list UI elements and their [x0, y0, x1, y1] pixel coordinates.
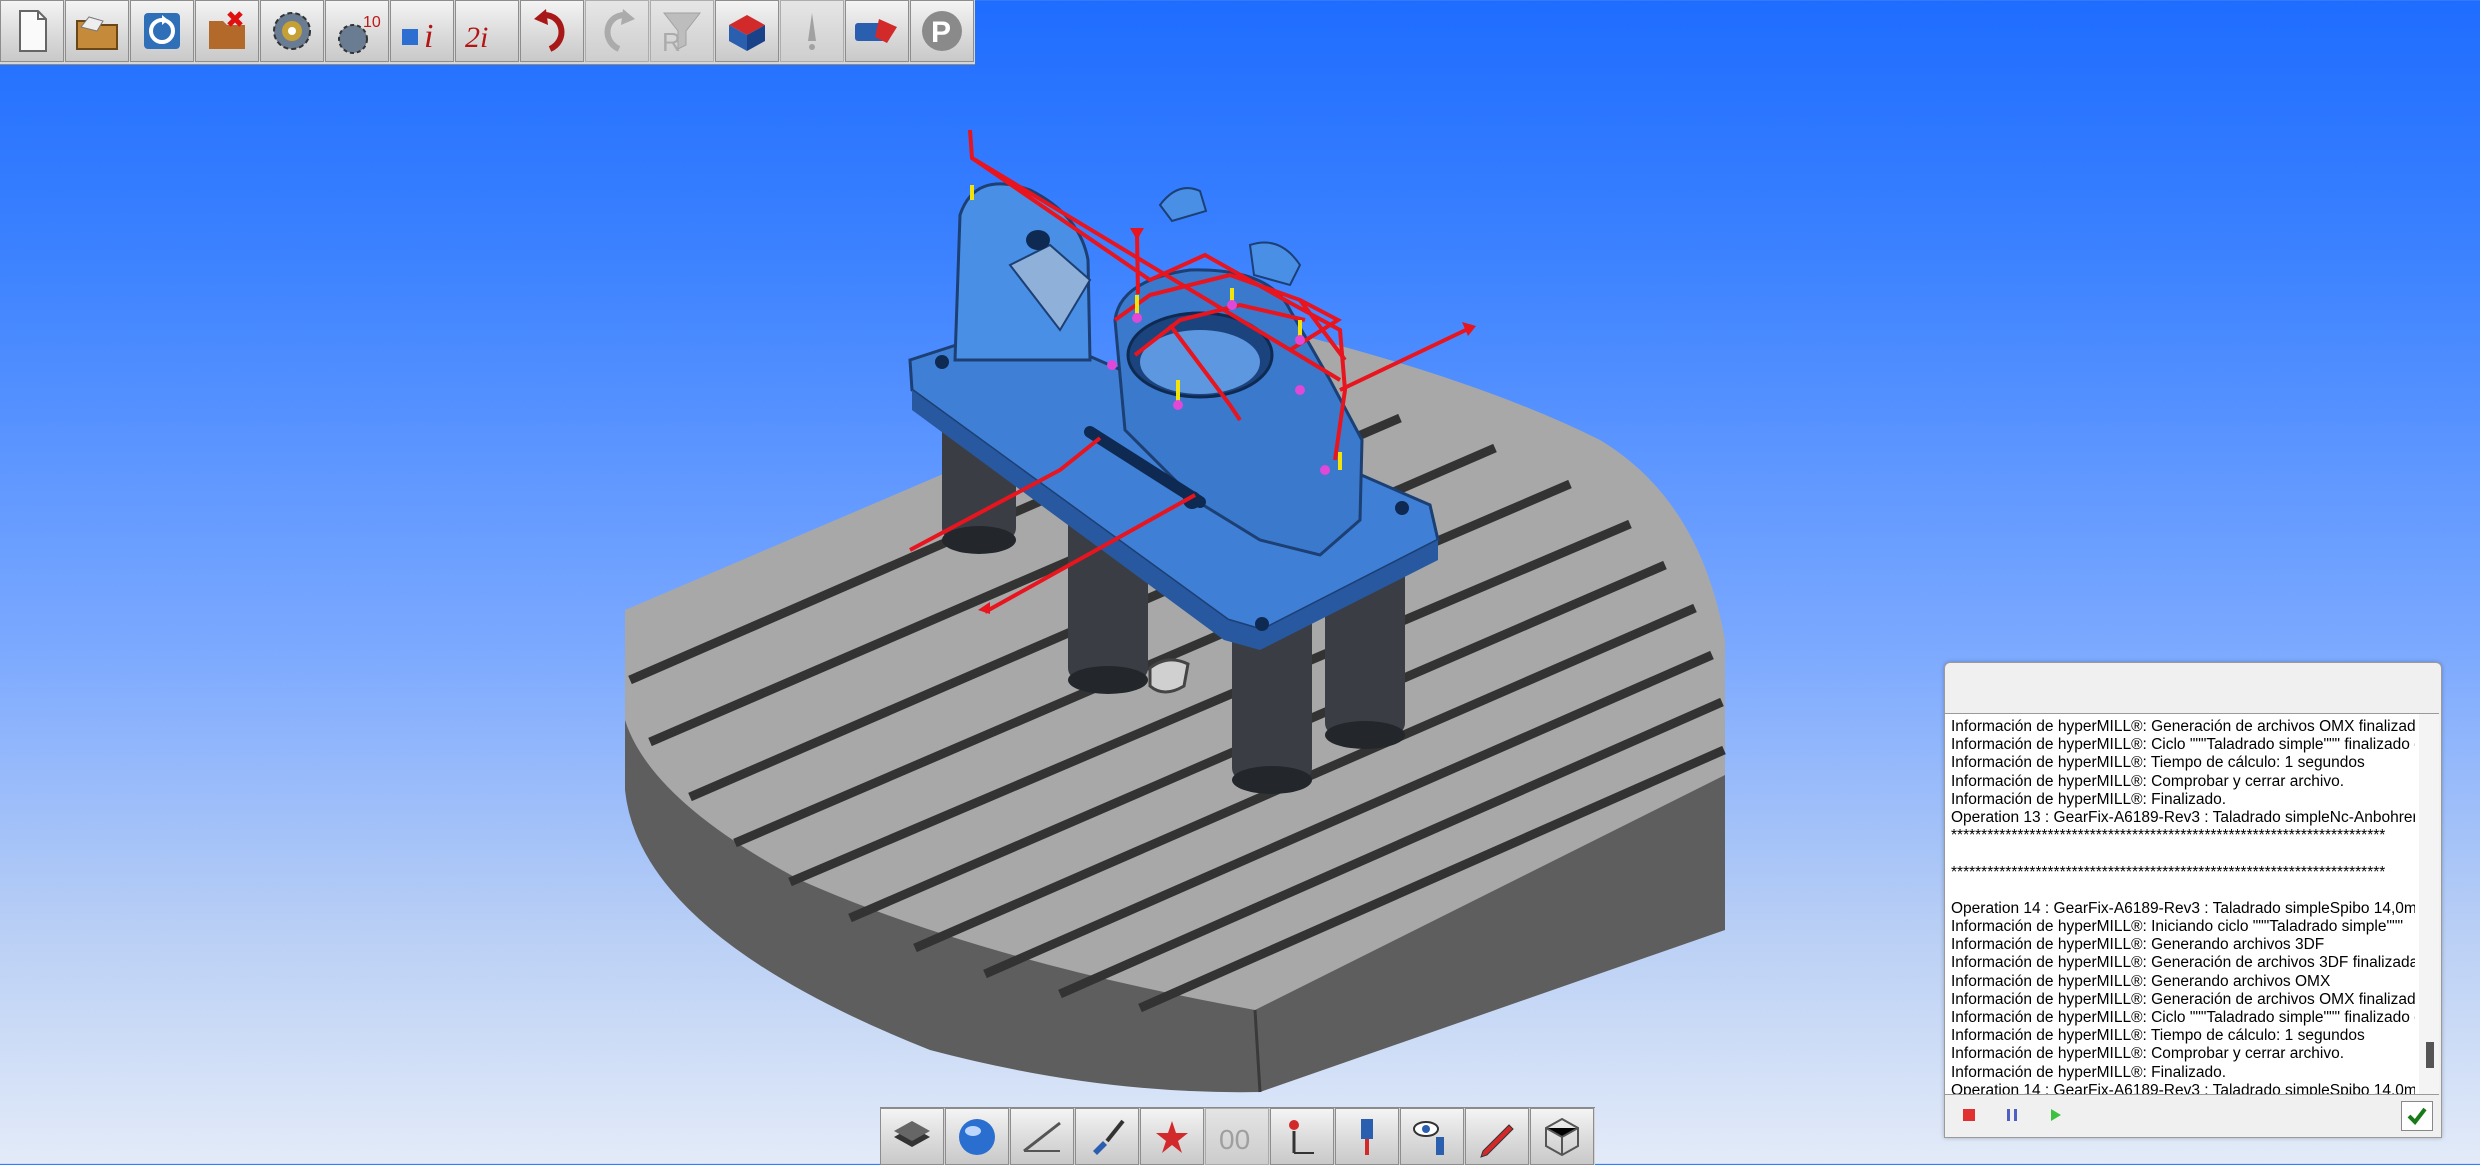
filter-r-button[interactable]: R — [650, 0, 714, 62]
stock-box-button[interactable] — [715, 0, 779, 62]
filter-r-icon: R — [662, 12, 702, 55]
log-line: Información de hyperMILL®: Ciclo """Tala… — [1951, 1009, 2415, 1026]
log-line: Información de hyperMILL®: Generación de… — [1951, 954, 2415, 972]
log-line: Información de hyperMILL®: Tiempo de cál… — [1951, 1027, 2365, 1045]
log-line: Información de hyperMILL®: Ciclo """Tala… — [1951, 736, 2415, 754]
info-2-label: 2i — [465, 21, 488, 54]
undo-button[interactable] — [520, 0, 584, 62]
stop-button[interactable] — [1957, 1103, 1981, 1127]
log-line: ****************************************… — [1951, 863, 2386, 881]
log-line: Información de hyperMILL®: Comprobar y c… — [1951, 772, 2345, 790]
measure-icon — [1023, 1121, 1061, 1152]
pause-button[interactable] — [2000, 1103, 2024, 1127]
probe-button[interactable] — [1270, 1108, 1334, 1165]
sphere-view-button[interactable] — [945, 1108, 1009, 1165]
filter-r-label: R — [662, 27, 681, 55]
info-2-icon: 2i — [465, 21, 488, 54]
open-folder-button[interactable] — [65, 0, 129, 62]
undo-icon — [534, 9, 565, 52]
log-lines: Información de hyperMILL®: Generación de… — [1951, 718, 2415, 1094]
warning-icon — [808, 13, 816, 50]
brush-button[interactable] — [1075, 1108, 1139, 1165]
gear-counter-icon: 10 — [338, 14, 381, 54]
pin-button[interactable] — [1140, 1108, 1204, 1165]
wireframe-icon — [1545, 1117, 1579, 1156]
simulation-icon — [855, 19, 897, 43]
reload-button[interactable] — [130, 0, 194, 62]
precision-label: 00 — [1219, 1124, 1250, 1155]
log-output[interactable]: Información de hyperMILL®: Generación de… — [1945, 713, 2439, 1095]
info-2-button[interactable]: 2i — [455, 0, 519, 62]
eye-tool-button[interactable] — [1400, 1108, 1464, 1165]
top-toolbar: 10 i 2i R P — [0, 0, 975, 65]
postprocessor-icon: P — [922, 11, 962, 51]
log-line: ****************************************… — [1951, 827, 2386, 845]
log-line: Información de hyperMILL®: Tiempo de cál… — [1951, 754, 2365, 772]
layers-button[interactable] — [880, 1108, 944, 1165]
log-line: Información de hyperMILL®: Finalizado. — [1951, 790, 2227, 808]
gear-counter-button[interactable]: 10 — [325, 0, 389, 62]
model-info-label: i — [424, 18, 433, 55]
bottom-toolbar: 00 — [880, 1107, 1595, 1165]
model-info-icon: i — [402, 18, 433, 55]
probe-icon — [1289, 1119, 1314, 1154]
log-line: Información de hyperMILL®: Generando arc… — [1951, 972, 2331, 990]
postprocessor-label: P — [931, 16, 951, 49]
log-panel: Información de hyperMILL®: Generación de… — [1944, 662, 2442, 1138]
tool-icon — [1361, 1118, 1373, 1155]
pencil-button[interactable] — [1465, 1108, 1529, 1165]
pin-icon — [1156, 1120, 1188, 1153]
log-scrollbar-thumb[interactable] — [2426, 1042, 2434, 1068]
precision-button[interactable]: 00 — [1205, 1108, 1269, 1165]
play-button[interactable] — [2043, 1103, 2067, 1127]
tool-button[interactable] — [1335, 1108, 1399, 1165]
redo-button[interactable] — [585, 0, 649, 62]
log-line: Información de hyperMILL®: Generación de… — [1951, 718, 2415, 735]
gear-icon — [273, 12, 311, 50]
new-file-button[interactable] — [0, 0, 64, 62]
layers-icon — [894, 1120, 930, 1147]
log-line: Información de hyperMILL®: Iniciando cic… — [1951, 918, 2403, 936]
precision-icon: 00 — [1219, 1124, 1250, 1155]
stop-icon — [1963, 1109, 1975, 1121]
open-folder-icon — [76, 16, 118, 50]
delete-button[interactable] — [195, 0, 259, 62]
model-info-button[interactable]: i — [390, 0, 454, 62]
pencil-icon — [1480, 1123, 1514, 1158]
wireframe-button[interactable] — [1530, 1108, 1594, 1165]
warning-button[interactable] — [780, 0, 844, 62]
pause-icon — [2007, 1109, 2017, 1121]
postprocessor-button[interactable]: P — [910, 0, 974, 62]
log-scrollbar[interactable] — [2419, 714, 2439, 1094]
new-file-icon — [19, 10, 47, 52]
measure-button[interactable] — [1010, 1108, 1074, 1165]
sphere-view-icon — [959, 1118, 995, 1155]
delete-icon — [209, 11, 245, 49]
log-line: Información de hyperMILL®: Generación de… — [1951, 990, 2415, 1008]
log-line: Información de hyperMILL®: Comprobar y c… — [1951, 1045, 2345, 1063]
log-line: Operation 14 : GearFix-A6189-Rev3 : Tala… — [1951, 899, 2415, 917]
log-panel-header[interactable] — [1945, 663, 2441, 713]
log-line: Información de hyperMILL®: Generando arc… — [1951, 936, 2325, 954]
log-line: Operation 13 : GearFix-A6189-Rev3 : Tala… — [1951, 808, 2415, 826]
confirm-check-icon — [2407, 1107, 2427, 1126]
simulation-button[interactable] — [845, 0, 909, 62]
confirm-button[interactable] — [2401, 1101, 2433, 1131]
reload-icon — [144, 13, 180, 49]
brush-icon — [1093, 1119, 1125, 1155]
redo-icon — [604, 9, 635, 52]
stock-box-icon — [729, 15, 765, 51]
gear-counter-label: 10 — [363, 14, 381, 31]
log-line: Información de hyperMILL®: Finalizado. — [1951, 1063, 2227, 1081]
play-icon — [2051, 1109, 2061, 1121]
eye-tool-icon — [1413, 1120, 1444, 1155]
gear-button[interactable] — [260, 0, 324, 62]
log-panel-footer — [1945, 1093, 2439, 1137]
